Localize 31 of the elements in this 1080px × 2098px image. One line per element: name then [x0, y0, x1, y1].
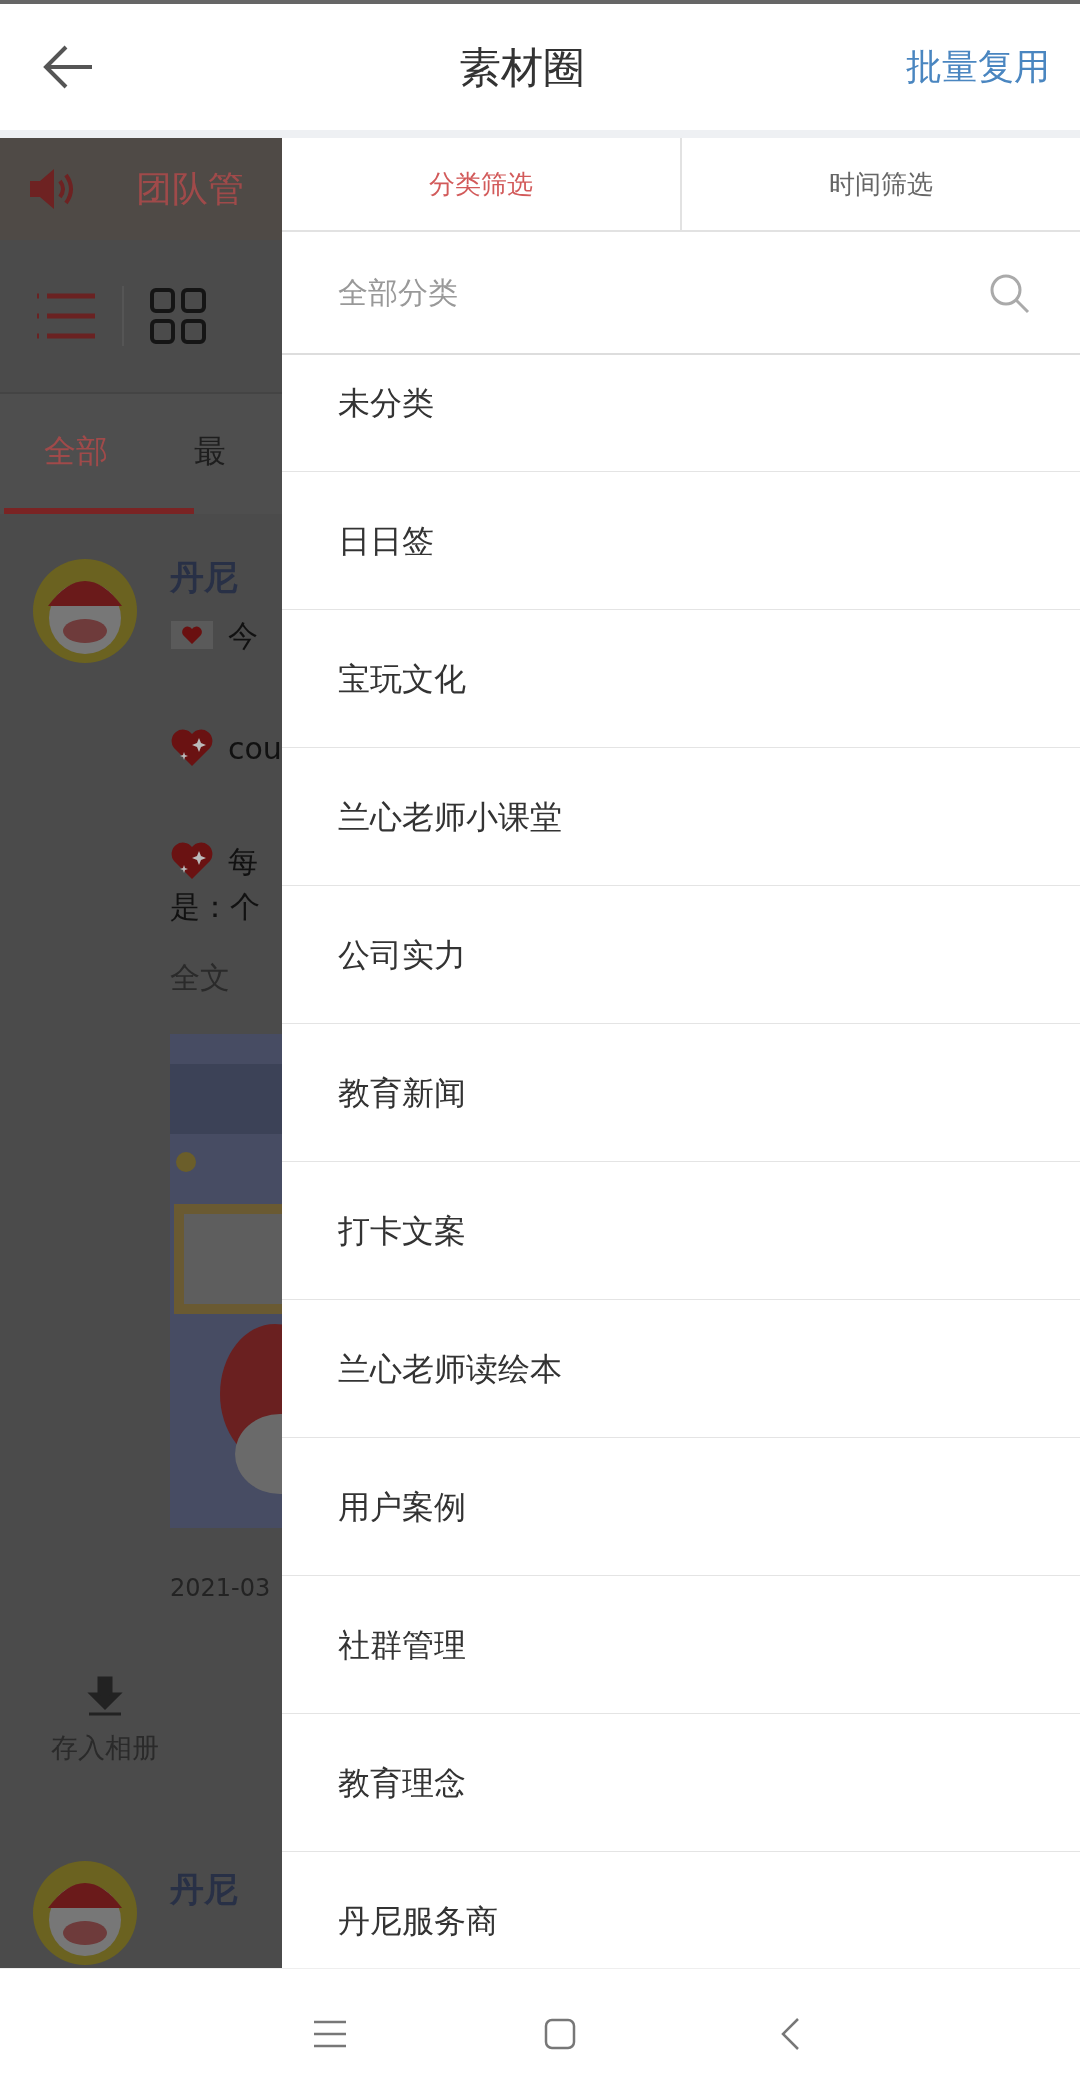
category-item[interactable]: 教育新闻	[282, 1024, 1080, 1162]
category-item[interactable]: 兰心老师读绘本	[282, 1300, 1080, 1438]
category-item[interactable]: 兰心老师小课堂	[282, 748, 1080, 886]
filter-tab[interactable]: 分类筛选	[282, 138, 682, 230]
post-text: 今	[228, 616, 258, 655]
category-item[interactable]: 公司实力	[282, 886, 1080, 1024]
download-icon	[85, 1675, 125, 1716]
category-item[interactable]: 日日签	[282, 472, 1080, 610]
post-text: 每	[228, 842, 258, 881]
grid-icon	[149, 286, 207, 345]
post-text: cou	[228, 729, 282, 768]
back-arrow-icon	[42, 44, 94, 90]
sparkle-heart-icon	[170, 841, 214, 881]
notice-text: 团队管	[136, 166, 244, 211]
category-item[interactable]: 教育理念	[282, 1714, 1080, 1852]
speaker-icon	[28, 166, 76, 211]
heart-letter-icon	[170, 619, 214, 651]
sparkle-heart-icon	[170, 728, 214, 768]
category-item[interactable]: 打卡文案	[282, 1162, 1080, 1300]
batch-reuse-button[interactable]: 批量复用	[906, 40, 1050, 94]
page-title: 素材圈	[459, 41, 585, 94]
menu-icon	[313, 2019, 347, 2048]
square-icon	[544, 2017, 576, 2050]
category-item[interactable]: 宝玩文化	[282, 610, 1080, 748]
category-item[interactable]: 社群管理	[282, 1576, 1080, 1714]
category-search-field[interactable]: 全部分类	[338, 270, 988, 315]
back-chevron-icon	[780, 2016, 800, 2051]
category-item[interactable]: 用户案例	[282, 1438, 1080, 1576]
post-text: 是：个	[170, 887, 260, 926]
category-item[interactable]: 未分类	[282, 355, 1080, 472]
filter-tab[interactable]: 时间筛选	[682, 138, 1080, 230]
